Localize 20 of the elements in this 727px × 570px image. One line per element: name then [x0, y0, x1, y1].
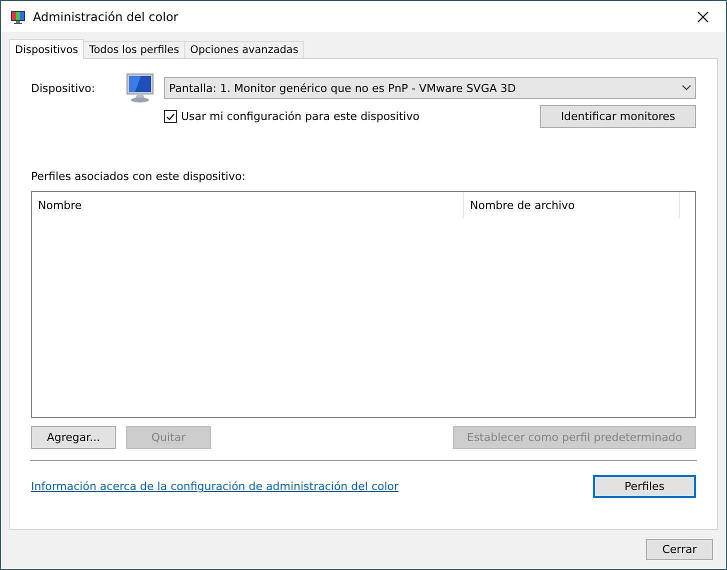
chevron-down-icon	[682, 85, 691, 91]
identify-monitors-button[interactable]: Identificar monitores	[540, 105, 696, 128]
close-dialog-button[interactable]: Cerrar	[646, 539, 713, 560]
profiles-label: Perfiles asociados con este dispositivo:	[31, 170, 246, 183]
device-dropdown[interactable]: Pantalla: 1. Monitor genérico que no es PnP - VMware SVGA 3D	[164, 77, 696, 99]
column-header[interactable]: Nombre	[32, 192, 464, 218]
window-title: Administración del color	[33, 10, 180, 24]
tab[interactable]: Todos los perfiles	[83, 41, 186, 58]
close-icon	[697, 10, 709, 22]
profiles-button[interactable]: Perfiles	[593, 475, 696, 498]
device-label: Dispositivo:	[31, 82, 96, 94]
tab[interactable]: Dispositivos	[9, 39, 84, 59]
checkbox[interactable]	[164, 110, 177, 123]
add-button[interactable]: Agregar...	[31, 426, 116, 449]
column-header[interactable]: Nombre de archivo	[464, 192, 680, 218]
tab[interactable]: Opciones avanzadas	[184, 41, 304, 58]
color-monitor-icon	[10, 8, 26, 24]
checkbox-label: Usar mi configuración para este dispositivo	[181, 110, 420, 123]
info-link[interactable]: Información acerca de la configuración de administración del color	[31, 480, 399, 493]
monitor-icon	[126, 73, 154, 103]
